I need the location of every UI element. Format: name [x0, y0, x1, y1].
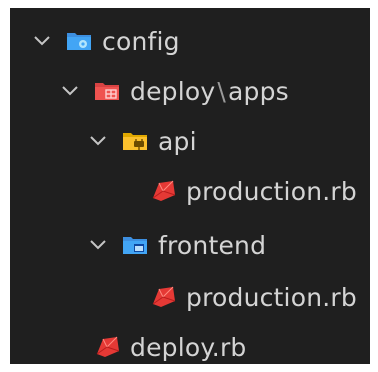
subfolder-name: apps [227, 76, 289, 106]
ruby-file-icon [152, 286, 176, 307]
tree-item-label: api [158, 126, 197, 156]
folder-config-icon [67, 33, 91, 50]
ruby-file-icon [152, 180, 176, 201]
tree-item-frontend[interactable]: frontend [88, 220, 266, 270]
tree-item-label: frontend [158, 230, 267, 260]
tree-item-label: production.rb [186, 176, 357, 206]
chevron-down-icon[interactable] [32, 31, 52, 51]
tree-item-label: config [102, 26, 180, 56]
file-explorer-tree: config deploy\apps api production.rb fro… [10, 8, 370, 364]
folder-deploy-icon [95, 83, 119, 100]
tree-item-config[interactable]: config [32, 16, 180, 66]
tree-item-deploy-apps[interactable]: deploy\apps [60, 66, 289, 116]
chevron-down-icon[interactable] [88, 131, 108, 151]
tree-item-label: production.rb [186, 282, 357, 312]
tree-item-label: deploy\apps [130, 77, 289, 106]
chevron-down-icon[interactable] [88, 235, 108, 255]
tree-item-api[interactable]: api [88, 116, 197, 166]
folder-api-icon [123, 133, 147, 150]
path-separator: \ [217, 76, 226, 106]
tree-item-frontend-production-rb[interactable]: production.rb [150, 272, 357, 322]
folder-name: deploy [130, 76, 216, 106]
tree-item-api-production-rb[interactable]: production.rb [150, 166, 357, 216]
chevron-down-icon[interactable] [60, 81, 80, 101]
tree-item-deploy-rb[interactable]: deploy.rb [94, 322, 247, 372]
ruby-file-icon [96, 336, 120, 357]
folder-frontend-icon [123, 237, 147, 254]
tree-item-label: deploy.rb [130, 332, 247, 362]
